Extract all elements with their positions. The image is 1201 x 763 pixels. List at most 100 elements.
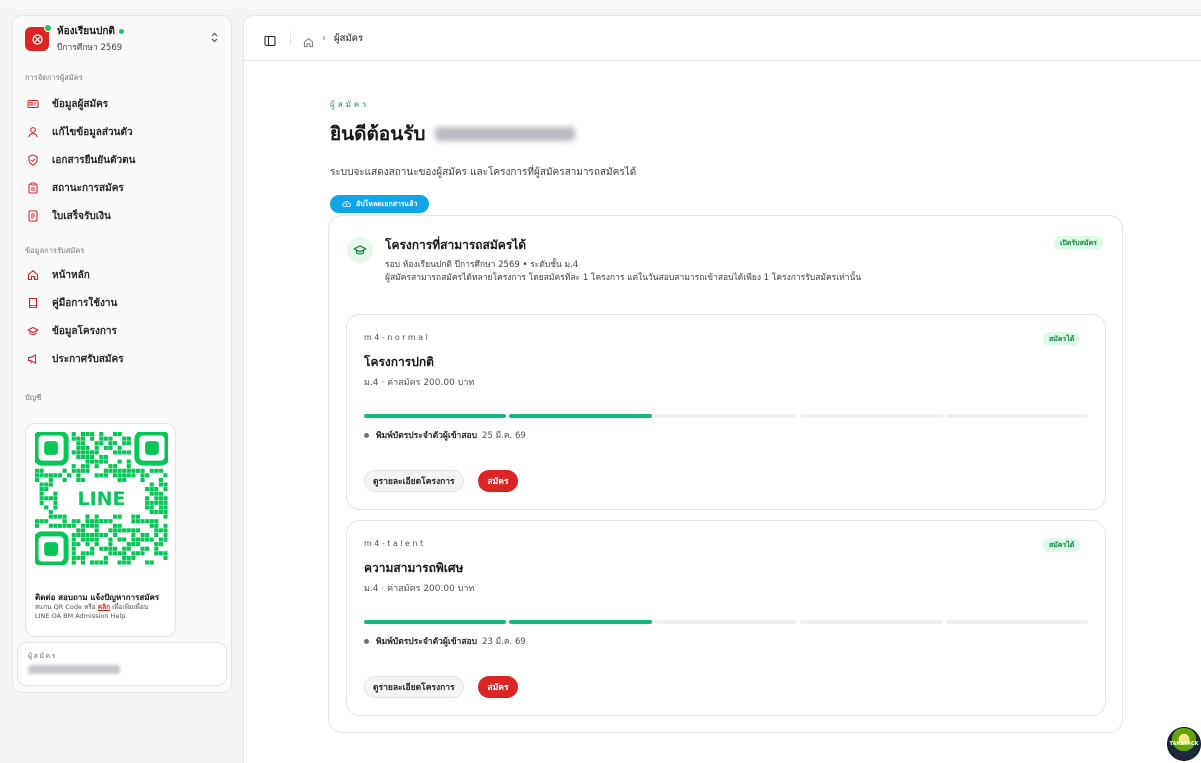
progress-step-complete [509, 620, 652, 624]
user-account-card[interactable]: ผู้สมัคร [17, 642, 227, 686]
program-code: m4-normal [364, 333, 431, 342]
sidebar: ห้องเรียนปกติ ปีการศึกษา 2569 การจัดการผ… [12, 15, 232, 693]
topbar-divider [290, 31, 291, 45]
status-badge-available: สมัครได้ [1043, 538, 1081, 552]
progress-step-pending [654, 414, 798, 418]
print-exam-card-row: พิมพ์บัตรประจำตัวผู้เข้าสอบ 25 มี.ค. 69 [364, 428, 526, 442]
user-name-redacted [28, 665, 120, 674]
online-status-icon [44, 24, 52, 32]
qr-desc-prefix: สแกน QR Code หรือ [35, 603, 98, 611]
tanstack-devtools-icon[interactable]: TANSTACK [1167, 727, 1201, 761]
org-year: ปีการศึกษา 2569 [57, 43, 123, 53]
bullet-dot-icon [364, 432, 369, 438]
line-qr-card[interactable]: LINE ติดต่อ สอบถาม แจ้งปัญหาการสมัคร สแก… [25, 423, 176, 637]
sidebar-item-applicant-info[interactable]: ข้อมูลผู้สมัคร [13, 90, 231, 118]
sidebar-item-announcement[interactable]: ประกาศรับสมัคร [13, 345, 231, 373]
qr-desc-suffix: เพื่อเพิ่มเพื่อน [110, 603, 149, 611]
id-card-icon [27, 98, 39, 110]
programs-card-title: โครงการที่สามารถสมัครได้ [385, 238, 527, 252]
status-badge-open: เปิดรับสมัคร [1054, 236, 1103, 250]
documents-uploaded-button[interactable]: อัปโหลดเอกสารแล้ว [330, 195, 430, 213]
progress-step-pending [800, 414, 943, 418]
progress-step-complete [364, 414, 507, 418]
program-card-m4-normal: m4-normal โครงการปกติ ม.4 · ค่าสมัคร 200… [346, 314, 1106, 510]
program-code: m4-talent [364, 539, 426, 548]
view-program-details-button[interactable]: ดูรายละเอียดโครงการ [364, 676, 464, 698]
sidebar-item-manual[interactable]: คู่มือการใช้งาน [13, 289, 231, 317]
page-title: ยินดีต้อนรับ [330, 123, 426, 145]
view-program-details-button[interactable]: ดูรายละเอียดโครงการ [364, 470, 464, 492]
org-name: ห้องเรียนปกติ [57, 26, 115, 37]
progress-step-pending [945, 620, 1089, 624]
cloud-upload-icon [342, 201, 351, 207]
nav-manage: ข้อมูลผู้สมัคร แก้ไขข้อมูลส่วนตัว เอกสาร… [13, 90, 231, 230]
progress-step-pending [800, 620, 943, 624]
welcome-section: ผู้สมัคร ยินดีต้อนรับ ระบบจะแสดงสถานะของ… [330, 98, 636, 213]
sidebar-item-label: ข้อมูลโครงการ [52, 325, 117, 337]
status-dot-icon [118, 29, 124, 34]
apply-button[interactable]: สมัคร [478, 676, 518, 698]
apply-button[interactable]: สมัคร [478, 470, 518, 492]
user-icon [27, 126, 39, 138]
sidebar-item-label: คู่มือการใช้งาน [52, 297, 118, 309]
print-card-date: 25 มี.ค. 69 [482, 431, 526, 441]
book-icon [27, 297, 39, 309]
shield-check-icon [27, 154, 39, 166]
graduation-cap-icon [347, 237, 373, 263]
receipt-icon [27, 210, 39, 222]
program-price: ม.4 · ค่าสมัคร 200.00 บาท [364, 584, 475, 594]
breadcrumb-home-icon[interactable] [303, 33, 314, 47]
nav-info: หน้าหลัก คู่มือการใช้งาน ข้อมูลโครงการ ป… [13, 261, 231, 373]
program-name: โครงการปกติ [364, 355, 434, 369]
sidebar-item-receipt[interactable]: ใบเสร็จรับเงิน [13, 202, 231, 230]
line-add-friend-link[interactable]: คลิก [98, 603, 110, 611]
sidebar-item-label: แก้ไขข้อมูลส่วนตัว [52, 126, 133, 138]
progress-steps [364, 620, 1089, 624]
clipboard-icon [27, 182, 39, 194]
sidebar-item-identity-docs[interactable]: เอกสารยืนยันตัวตน [13, 146, 231, 174]
org-switcher[interactable]: ห้องเรียนปกติ ปีการศึกษา 2569 [13, 16, 231, 53]
megaphone-icon [27, 353, 39, 365]
group-label-manage: การจัดการผู้สมัคร [25, 73, 83, 82]
sidebar-item-label: ข้อมูลผู้สมัคร [52, 98, 109, 110]
print-exam-card-row: พิมพ์บัตรประจำตัวผู้เข้าสอบ 23 มี.ค. 69 [364, 634, 526, 648]
intro-text: ระบบจะแสดงสถานะของผู้สมัคร และโครงการที่… [330, 167, 637, 178]
progress-step-complete [509, 414, 652, 418]
program-price: ม.4 · ค่าสมัคร 200.00 บาท [364, 378, 475, 388]
programs-card-note: ผู้สมัครสามารถสมัครได้หลายโครงการ โดยสมั… [385, 273, 862, 283]
status-badge-available: สมัครได้ [1043, 332, 1081, 346]
sidebar-item-label: เอกสารยืนยันตัวตน [52, 154, 136, 166]
programs-card-subtitle: รอบ ห้องเรียนปกติ ปีการศึกษา 2569 • ระดั… [385, 260, 579, 270]
sidebar-toggle-icon[interactable] [264, 32, 276, 47]
sidebar-item-label: ใบเสร็จรับเงิน [52, 210, 111, 222]
upload-button-label: อัปโหลดเอกสารแล้ว [356, 199, 418, 208]
sidebar-item-application-status[interactable]: สถานะการสมัคร [13, 174, 231, 202]
bullet-dot-icon [364, 638, 369, 644]
group-label-account: บัญชี [25, 393, 42, 402]
sidebar-item-label: ประกาศรับสมัคร [52, 353, 124, 365]
chevron-up-down-icon[interactable] [210, 32, 219, 46]
main-panel: › ผู้สมัคร ผู้สมัคร ยินดีต้อนรับ ระบบจะแ… [243, 15, 1201, 763]
section-eyebrow: ผู้สมัคร [330, 100, 370, 109]
sidebar-item-home[interactable]: หน้าหลัก [13, 261, 231, 289]
line-qr-code-icon[interactable]: LINE [33, 430, 170, 567]
applicant-name-redacted [435, 127, 576, 141]
print-card-label: พิมพ์บัตรประจำตัวผู้เข้าสอบ [376, 637, 478, 647]
sidebar-item-label: หน้าหลัก [52, 269, 90, 281]
sidebar-item-program-info[interactable]: ข้อมูลโครงการ [13, 317, 231, 345]
sidebar-item-label: สถานะการสมัคร [52, 182, 124, 194]
qr-description: สแกน QR Code หรือ คลิก เพื่อเพิ่มเพื่อน … [35, 603, 175, 621]
progress-step-pending [654, 620, 798, 624]
sidebar-item-edit-profile[interactable]: แก้ไขข้อมูลส่วนตัว [13, 118, 231, 146]
progress-steps [364, 414, 1089, 418]
line-logo-text: LINE [77, 488, 125, 510]
topbar: › ผู้สมัคร [244, 16, 1201, 61]
available-programs-card: โครงการที่สามารถสมัครได้ รอบ ห้องเรียนปก… [328, 215, 1123, 733]
print-card-label: พิมพ์บัตรประจำตัวผู้เข้าสอบ [376, 431, 478, 441]
window-top-strip [0, 0, 1201, 9]
group-label-info: ข้อมูลการรับสมัคร [25, 246, 85, 255]
chevron-right-icon: › [322, 32, 326, 44]
home-icon [27, 269, 39, 281]
progress-step-pending [945, 414, 1089, 418]
qr-desc-line2: LINE OA BM Admission Help [35, 612, 126, 620]
